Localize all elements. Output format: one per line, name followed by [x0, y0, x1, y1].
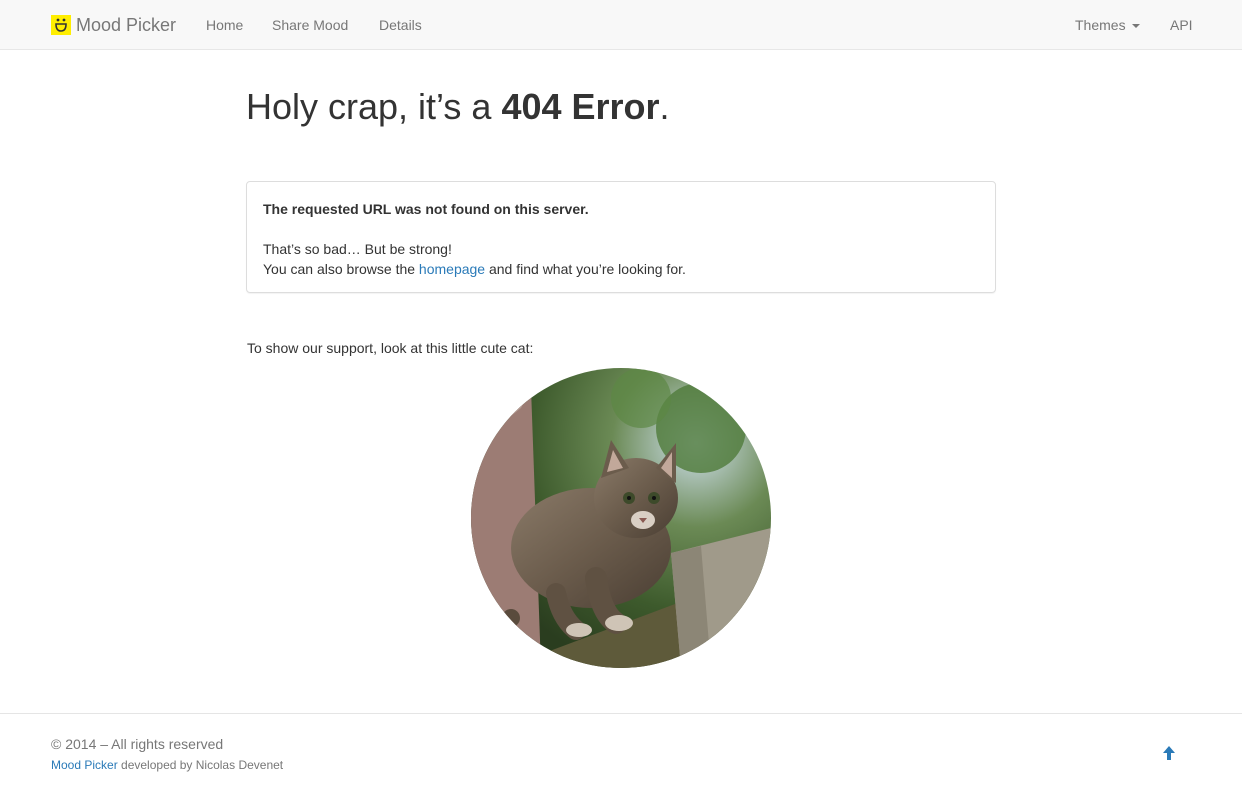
- brand-name: Mood Picker: [76, 14, 177, 35]
- error-message-line2: You can also browse the homepage and fin…: [263, 259, 979, 279]
- title-prefix: Holy crap, it’s a: [246, 86, 502, 127]
- nav-themes-label: Themes: [1075, 17, 1126, 33]
- smiley-logo-icon: [51, 15, 71, 35]
- nav-share-mood[interactable]: Share Mood: [272, 0, 348, 50]
- error-panel: The requested URL was not found on this …: [246, 181, 996, 293]
- copyright-text: © 2014 – All rights reserved: [51, 736, 224, 752]
- error-message-line1: That’s so bad… But be strong!: [263, 241, 452, 257]
- page-title: Holy crap, it’s a 404 Error.: [246, 86, 670, 128]
- nav-details[interactable]: Details: [379, 0, 422, 50]
- developer-credit: Mood Picker developed by Nicolas Devenet: [51, 758, 283, 772]
- line2-after: and find what you’re looking for.: [485, 261, 686, 277]
- title-error-code: 404 Error: [501, 86, 660, 127]
- error-heading: The requested URL was not found on this …: [263, 201, 589, 217]
- title-suffix: .: [659, 86, 670, 127]
- cat-image: [471, 368, 771, 668]
- developer-text: developed by Nicolas Devenet: [117, 758, 284, 772]
- brand-link[interactable]: Mood Picker: [51, 0, 176, 50]
- nav-api[interactable]: API: [1170, 0, 1193, 50]
- nav-themes-dropdown[interactable]: Themes: [1075, 0, 1140, 50]
- navbar: Mood Picker Home Share Mood Details Them…: [0, 0, 1242, 50]
- arrow-up-icon[interactable]: [1160, 744, 1178, 762]
- support-text: To show our support, look at this little…: [247, 340, 534, 356]
- line2-before: You can also browse the: [263, 261, 419, 277]
- nav-home[interactable]: Home: [206, 0, 243, 50]
- homepage-link[interactable]: homepage: [419, 261, 485, 277]
- footer: © 2014 – All rights reserved Mood Picker…: [0, 713, 1242, 808]
- footer-project-link[interactable]: Mood Picker: [51, 758, 118, 772]
- caret-down-icon: [1131, 24, 1140, 29]
